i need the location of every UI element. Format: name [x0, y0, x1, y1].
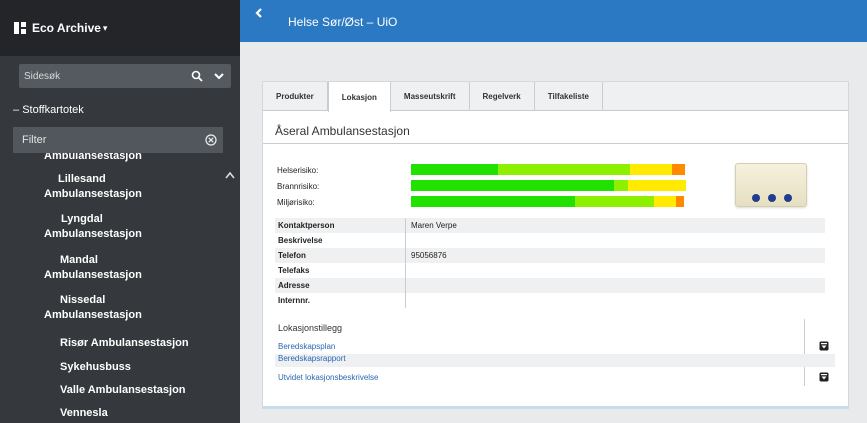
- sidebar-item-lillesand[interactable]: Lillesand Ambulansestasjon: [44, 172, 142, 202]
- tab-produkter[interactable]: Produkter: [263, 82, 328, 110]
- sidebar-item-label: Lyngdal: [61, 213, 103, 225]
- risk-segment-lightgreen: [498, 164, 630, 175]
- risk-segment-yellow: [630, 164, 672, 175]
- info-key: Internnr.: [275, 293, 406, 308]
- sidebar-section-stoffkartotek[interactable]: – Stoffkartotek: [13, 104, 84, 116]
- page-search-input[interactable]: [24, 70, 184, 82]
- info-value: [406, 263, 411, 278]
- attachment-link[interactable]: Beredskapsplan: [278, 342, 335, 351]
- risk-segment-orange: [676, 196, 684, 207]
- risk-segment-yellow: [628, 180, 686, 191]
- risk-segment-green: [411, 196, 575, 207]
- risk-label-brann: Brannrisiko:: [277, 182, 320, 191]
- collapse-sidebar-icon[interactable]: [254, 7, 264, 19]
- sidebar-section-label: Stoffkartotek: [22, 104, 84, 116]
- info-value: [406, 278, 411, 293]
- info-value: Maren Verpe: [411, 221, 457, 230]
- risk-label-helse: Helserisiko:: [277, 166, 319, 175]
- sidebar-item-lyngdal[interactable]: Lyngdal Ambulansestasjon: [44, 212, 142, 242]
- sidebar-item-label: Lillesand: [58, 173, 106, 185]
- risk-bar-brann: [411, 180, 686, 191]
- info-row: Adresse: [275, 278, 825, 293]
- page-title: Åseral Ambulansestasjon: [275, 124, 410, 138]
- dot-icon: [768, 194, 776, 202]
- tab-tilfakeliste[interactable]: Tilfakeliste: [534, 82, 603, 110]
- sidebar-item-risor[interactable]: Risør Ambulansestasjon: [60, 336, 189, 351]
- risk-bar-helse: [411, 164, 685, 175]
- sidebar-item-valle[interactable]: Valle Ambulansestasjon: [60, 383, 186, 398]
- risk-segment-yellow: [654, 196, 676, 207]
- info-key: Telefon: [275, 248, 406, 263]
- attachment-link[interactable]: Utvidet lokasjonsbeskrivelse: [278, 373, 379, 382]
- minus-icon: –: [13, 104, 23, 116]
- download-icon[interactable]: [819, 341, 829, 351]
- info-row: Telefaks: [275, 263, 825, 278]
- risk-segment-green: [411, 180, 614, 191]
- location-info-table: Kontaktperson Maren Verpe Beskrivelse Te…: [275, 218, 825, 308]
- grid-icon: [14, 22, 26, 34]
- app-menu-button[interactable]: Eco Archive ▾: [0, 0, 240, 56]
- tab-masseutskrift[interactable]: Masseutskrift: [390, 82, 470, 110]
- risk-segment-lightgreen: [575, 196, 654, 207]
- location-panel: Produkter Lokasjon Masseutskrift Regelve…: [262, 81, 849, 407]
- location-tree: Ambulansestasjon Lillesand Ambulansestas…: [0, 153, 240, 423]
- attachments-heading: Lokasjonstillegg: [278, 323, 343, 333]
- sidebar-item-label: Mandal: [60, 254, 98, 266]
- chevron-down-icon[interactable]: [213, 70, 225, 82]
- risk-label-miljo: Miljørisiko:: [277, 198, 315, 207]
- divider: [263, 143, 848, 144]
- sidebar-item-sykehusbuss[interactable]: Sykehusbuss: [60, 360, 131, 375]
- attachment-row: Utvidet lokasjonsbeskrivelse: [275, 371, 835, 384]
- info-value: [406, 233, 411, 248]
- info-row: Kontaktperson Maren Verpe: [275, 218, 825, 233]
- sidebar-item-label: Ambulansestasjon: [44, 309, 142, 321]
- tab-lokasjon[interactable]: Lokasjon: [327, 82, 391, 112]
- filter-label: Filter: [22, 134, 47, 146]
- sidebar-item-label: Ambulansestasjon: [44, 269, 142, 281]
- sidebar-item-nissedal[interactable]: Nissedal Ambulansestasjon: [44, 293, 142, 323]
- risk-segment-lightgreen: [614, 180, 628, 191]
- scroll-up-icon[interactable]: [224, 170, 236, 180]
- dot-icon: [784, 194, 792, 202]
- tab-regelverk[interactable]: Regelverk: [469, 82, 535, 110]
- info-key: Kontaktperson: [275, 218, 406, 233]
- risk-segment-green: [411, 164, 498, 175]
- info-value: 95056876: [411, 251, 447, 260]
- sidebar-item-mandal[interactable]: Mandal Ambulansestasjon: [44, 253, 142, 283]
- sidebar-item-ambulansestasjon[interactable]: Ambulansestasjon: [44, 153, 142, 164]
- info-key: Adresse: [275, 278, 406, 293]
- info-row: Beskrivelse: [275, 233, 825, 248]
- page-search: [19, 64, 231, 88]
- dot-icon: [752, 194, 760, 202]
- risk-bar-miljo: [411, 196, 684, 207]
- more-options-button[interactable]: [735, 163, 807, 207]
- clear-filter-icon[interactable]: [205, 134, 217, 146]
- info-key: Telefaks: [275, 263, 406, 278]
- info-value: [406, 293, 411, 308]
- info-key: Beskrivelse: [275, 233, 406, 248]
- sidebar-item-vennesla[interactable]: Vennesla: [60, 406, 108, 421]
- sidebar-item-label: Ambulansestasjon: [44, 188, 142, 200]
- sidebar-item-label: Ambulansestasjon: [44, 228, 142, 240]
- filter-field[interactable]: Filter: [13, 127, 223, 153]
- risk-segment-orange: [672, 164, 685, 175]
- app-title: Eco Archive: [32, 21, 101, 35]
- panel-bottom-border: [262, 407, 849, 409]
- sidebar: Eco Archive ▾ – Stoffkartotek Filter Amb…: [0, 0, 240, 423]
- tab-bar: Produkter Lokasjon Masseutskrift Regelve…: [263, 82, 848, 112]
- attachment-row: Beredskapsplan: [275, 340, 835, 353]
- sidebar-item-label: Nissedal: [60, 294, 106, 306]
- caret-down-icon: ▾: [102, 22, 108, 33]
- info-row: Telefon 95056876: [275, 248, 825, 263]
- page-header-title: Helse Sør/Øst – UiO: [288, 15, 398, 29]
- search-icon[interactable]: [191, 70, 203, 82]
- download-icon[interactable]: [819, 372, 829, 382]
- attachment-row: Beredskapsrapport: [275, 354, 835, 367]
- info-row: Internnr.: [275, 293, 825, 308]
- attachment-link[interactable]: Beredskapsrapport: [278, 354, 346, 363]
